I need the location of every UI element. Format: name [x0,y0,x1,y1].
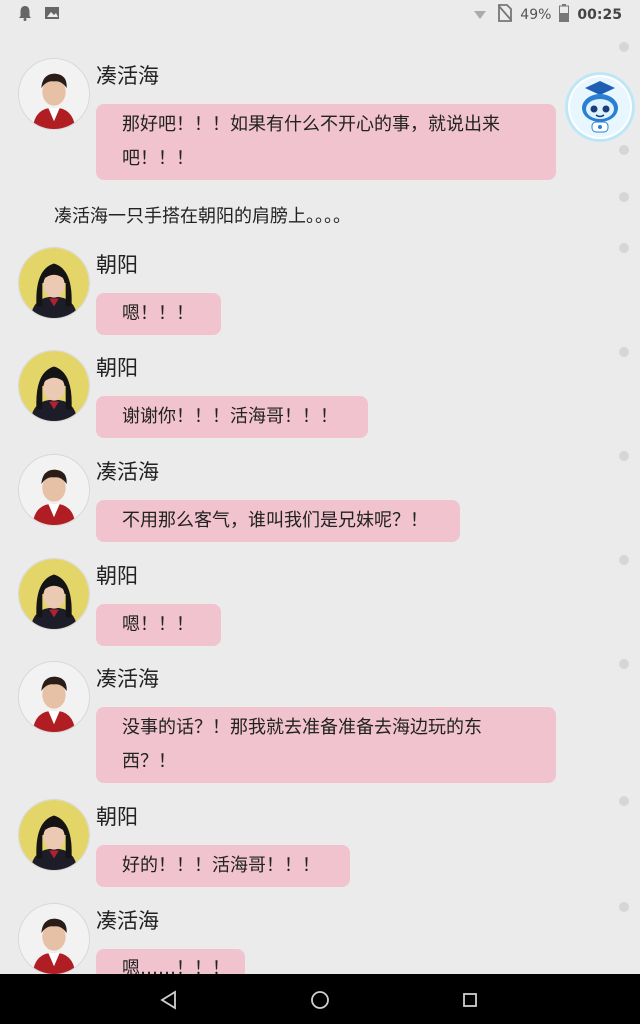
message-bubble[interactable]: 谢谢你！！！活海哥！！！ [96,396,368,438]
wifi-icon [470,5,490,25]
avatar-couhuohai[interactable] [18,454,90,526]
message-text: 好的！！！活海哥！！！ [122,855,320,876]
speaker-name: 朝阳 [96,253,138,277]
image-icon [44,5,60,25]
recents-icon [463,993,477,1007]
navigation-bar [0,974,640,1024]
message-bubble[interactable]: 没事的话？！那我就去准备准备去海边玩的东 西？！ [96,707,556,783]
message-text: 吧！！！ [122,148,194,169]
avatar-zhaoyang[interactable] [18,799,90,871]
back-button[interactable] [157,988,181,1012]
message-bubble[interactable]: 好的！！！活海哥！！！ [96,845,350,887]
home-icon [311,991,329,1009]
notification-bell-icon [18,5,32,25]
speaker-name: 凑活海 [96,64,159,88]
battery-icon [559,4,570,26]
message-text: 嗯！！！ [122,303,194,324]
speaker-name: 凑活海 [96,460,159,484]
avatar-couhuohai[interactable] [18,661,90,733]
message-text: 西？！ [122,751,176,772]
message-text: 不用那么客气，谁叫我们是兄妹呢？！ [122,510,428,531]
no-sim-icon [497,4,513,26]
avatar-zhaoyang[interactable] [18,558,90,630]
message-bubble[interactable]: 不用那么客气，谁叫我们是兄妹呢？！ [96,500,460,542]
speaker-name: 凑活海 [96,667,159,691]
back-icon [160,990,176,1010]
message-bubble[interactable]: 嗯！！！ [96,604,221,646]
robot-assistant-button[interactable] [565,72,635,142]
message-text: 那好吧！！！如果有什么不开心的事，就说出来 [122,114,500,135]
battery-percent: 49% [520,7,552,23]
avatar-zhaoyang[interactable] [18,247,90,319]
message-bubble[interactable]: 那好吧！！！如果有什么不开心的事，就说出来 吧！！！ [96,104,556,180]
status-bar: 49% 00:25 [0,0,640,28]
speaker-name: 朝阳 [96,356,138,380]
home-button[interactable] [308,988,332,1012]
recents-button[interactable] [458,988,482,1012]
message-bubble[interactable]: 嗯！！！ [96,293,221,335]
robot-assistant-icon [570,77,630,137]
narration-text: 凑活海一只手搭在朝阳的肩膀上。。。。 [54,206,351,227]
message-text: 嗯！！！ [122,614,194,635]
avatar-zhaoyang[interactable] [18,350,90,422]
speaker-name: 朝阳 [96,805,138,829]
speaker-name: 朝阳 [96,564,138,588]
message-text: 没事的话？！那我就去准备准备去海边玩的东 [122,717,482,738]
avatar-couhuohai[interactable] [18,58,90,130]
speaker-name: 凑活海 [96,909,159,933]
message-text: 谢谢你！！！活海哥！！！ [122,406,338,427]
avatar-couhuohai[interactable] [18,903,90,975]
clock: 00:25 [577,7,622,23]
